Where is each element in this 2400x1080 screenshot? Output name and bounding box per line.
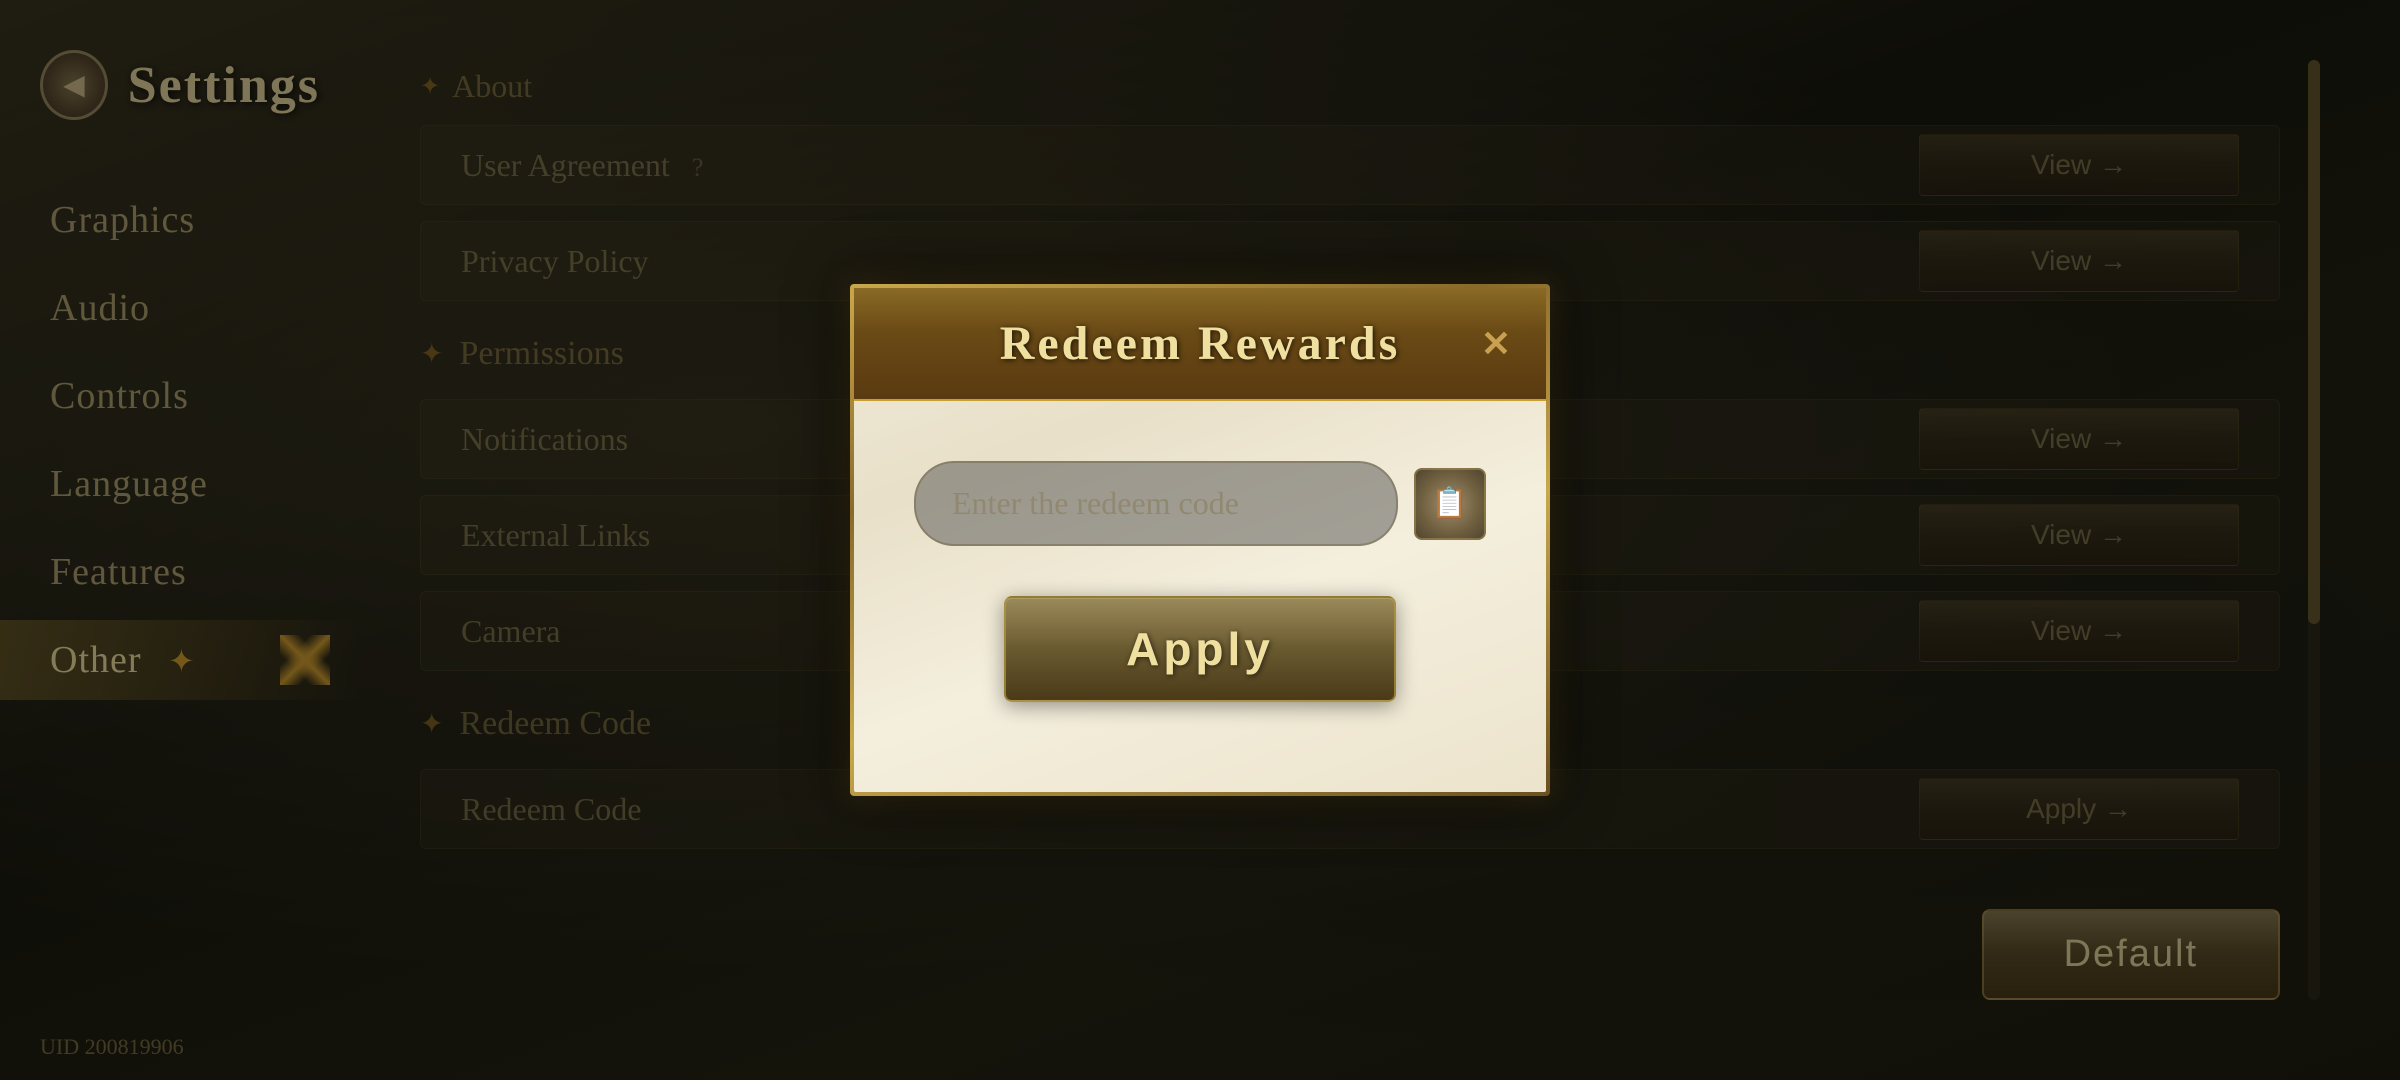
apply-button[interactable]: Apply bbox=[1004, 596, 1396, 702]
paste-icon: 📋 bbox=[1431, 486, 1468, 521]
modal-inner: Redeem Rewards ✕ 📋 Apply bbox=[854, 288, 1546, 792]
modal-title: Redeem Rewards bbox=[1000, 316, 1401, 371]
redeem-modal: Redeem Rewards ✕ 📋 Apply bbox=[850, 284, 1550, 796]
modal-border: Redeem Rewards ✕ 📋 Apply bbox=[850, 284, 1550, 796]
modal-header: Redeem Rewards ✕ bbox=[854, 288, 1546, 401]
redeem-input-row: 📋 bbox=[914, 461, 1486, 546]
modal-backdrop: Redeem Rewards ✕ 📋 Apply bbox=[0, 0, 2400, 1080]
modal-close-button[interactable]: ✕ bbox=[1466, 314, 1526, 374]
modal-body: 📋 Apply bbox=[854, 401, 1546, 742]
paste-button[interactable]: 📋 bbox=[1414, 468, 1486, 540]
redeem-code-input[interactable] bbox=[914, 461, 1398, 546]
